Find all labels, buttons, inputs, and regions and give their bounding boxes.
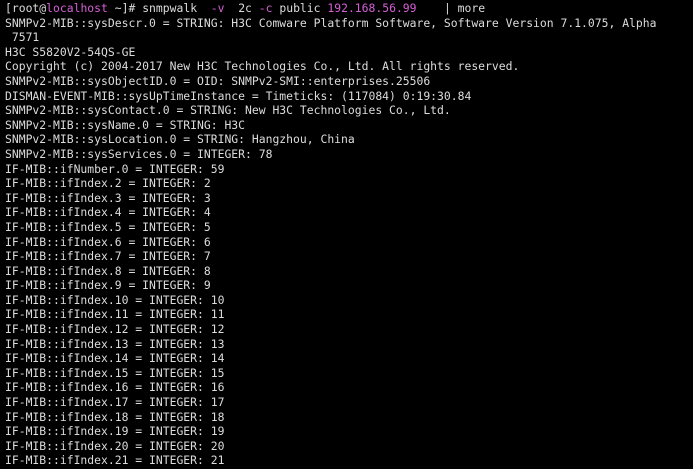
output-line: IF-MIB::ifIndex.14 = INTEGER: 14 — [5, 351, 225, 366]
terminal-window[interactable]: [root@localhost ~]# snmpwalk -v 2c -c pu… — [0, 0, 693, 469]
command-name: snmpwalk — [142, 1, 211, 15]
output-line: IF-MIB::ifIndex.18 = INTEGER: 18 — [5, 409, 225, 424]
output-line: IF-MIB::ifIndex.5 = INTEGER: 5 — [5, 219, 211, 234]
output-line: IF-MIB::ifIndex.9 = INTEGER: 9 — [5, 278, 211, 293]
output-line: DISMAN-EVENT-MIB::sysUpTimeInstance = Ti… — [5, 88, 472, 103]
output-line: IF-MIB::ifIndex.15 = INTEGER: 15 — [5, 365, 225, 380]
output-line: IF-MIB::ifIndex.16 = INTEGER: 16 — [5, 380, 225, 395]
output-line: SNMPv2-MIB::sysName.0 = STRING: H3C — [5, 117, 246, 132]
prompt-open: [root@ — [5, 1, 47, 15]
output-line: IF-MIB::ifIndex.13 = INTEGER: 13 — [5, 336, 225, 351]
output-line: IF-MIB::ifIndex.4 = INTEGER: 4 — [5, 205, 211, 220]
command-flag-version: -v — [210, 1, 225, 15]
output-line: IF-MIB::ifIndex.10 = INTEGER: 10 — [5, 292, 225, 307]
command-output: SNMPv2-MIB::sysDescr.0 = STRING: H3C Com… — [5, 16, 693, 469]
output-line: SNMPv2-MIB::sysObjectID.0 = OID: SNMPv2-… — [5, 73, 431, 88]
output-line: Copyright (c) 2004-2017 New H3C Technolo… — [5, 59, 520, 74]
command-pipe-more: | more — [416, 1, 486, 15]
output-line: IF-MIB::ifIndex.3 = INTEGER: 3 — [5, 190, 211, 205]
prompt-close: ~]# — [107, 1, 143, 15]
prompt-hostname: localhost — [46, 1, 108, 15]
output-line: IF-MIB::ifIndex.7 = INTEGER: 7 — [5, 249, 211, 264]
output-line: SNMPv2-MIB::sysDescr.0 = STRING: H3C Com… — [5, 15, 657, 30]
output-line: SNMPv2-MIB::sysContact.0 = STRING: New H… — [5, 103, 451, 118]
output-line: SNMPv2-MIB::sysLocation.0 = STRING: Hang… — [5, 132, 355, 147]
command-prompt-line[interactable]: [root@localhost ~]# snmpwalk -v 2c -c pu… — [5, 1, 693, 16]
output-line: IF-MIB::ifIndex.11 = INTEGER: 11 — [5, 307, 225, 322]
command-arg-version: 2c — [224, 1, 259, 15]
output-line: IF-MIB::ifIndex.12 = INTEGER: 12 — [5, 322, 225, 337]
output-line: SNMPv2-MIB::sysServices.0 = INTEGER: 78 — [5, 146, 273, 161]
output-line: IF-MIB::ifIndex.6 = INTEGER: 6 — [5, 234, 211, 249]
output-line: 7571 — [5, 30, 40, 45]
output-line: IF-MIB::ifNumber.0 = INTEGER: 59 — [5, 161, 225, 176]
output-line: IF-MIB::ifIndex.19 = INTEGER: 19 — [5, 424, 225, 439]
output-line: IF-MIB::ifIndex.20 = INTEGER: 20 — [5, 438, 225, 453]
output-line: IF-MIB::ifIndex.8 = INTEGER: 8 — [5, 263, 211, 278]
output-line: IF-MIB::ifIndex.2 = INTEGER: 2 — [5, 176, 211, 191]
command-arg-community: public — [272, 1, 328, 15]
output-line: IF-MIB::ifIndex.21 = INTEGER: 21 — [5, 453, 225, 468]
output-line: IF-MIB::ifIndex.17 = INTEGER: 17 — [5, 395, 225, 410]
command-flag-community: -c — [258, 1, 273, 15]
output-line: H3C S5820V2-54QS-GE — [5, 44, 136, 59]
command-target-ip: 192.168.56.99 — [327, 1, 417, 15]
